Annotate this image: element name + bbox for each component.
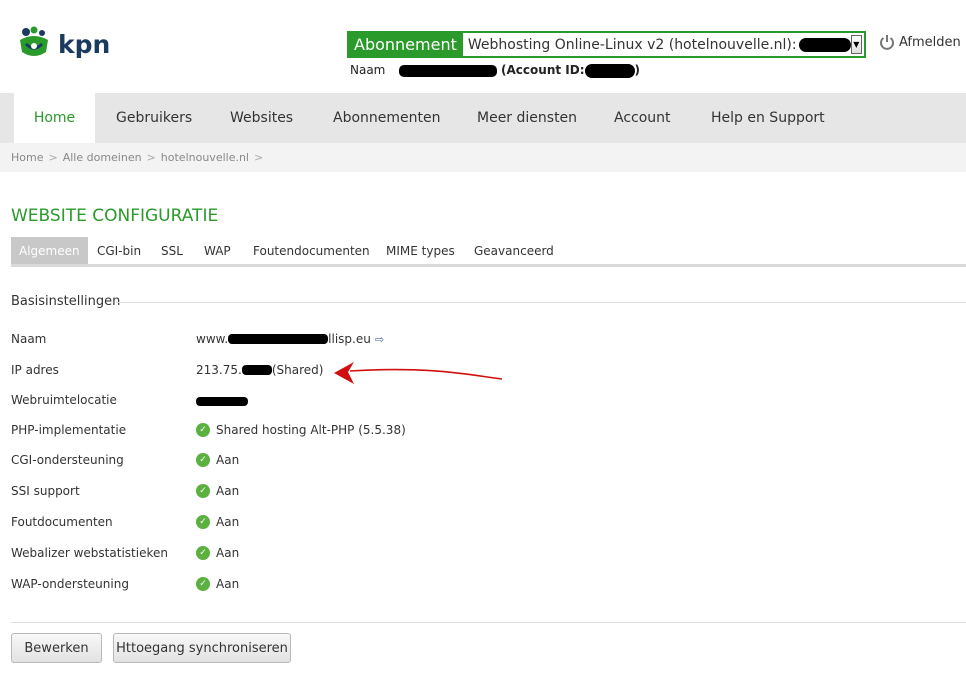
tab-geavanceerd[interactable]: Geavanceerd [474,237,554,264]
webruimte-row-value [196,393,248,406]
fout-row-label: Foutdocumenten [11,515,113,529]
php-value: Shared hosting Alt-PHP (5.5.38) [216,423,406,437]
breadcrumb-separator-icon: > [146,151,156,164]
tab-cgi-bin[interactable]: CGI-bin [97,237,141,264]
nav-account[interactable]: Account [614,93,671,143]
cgi-row-label: CGI-ondersteuning [11,453,124,467]
php-row-value: ✓ Shared hosting Alt-PHP (5.5.38) [196,423,406,437]
check-icon: ✓ [196,423,210,437]
breadcrumb-separator-icon: > [254,151,264,164]
ip-shared: (Shared) [271,363,324,377]
tab-algemeen[interactable]: Algemeen [11,237,88,264]
ssi-row-value: ✓ Aan [196,484,239,498]
redaction-mark [584,63,635,78]
check-icon: ✓ [196,577,210,591]
webalizer-row-value: ✓ Aan [196,546,239,560]
external-link-icon[interactable]: ⇨ [375,333,384,346]
config-tabs: Algemeen CGI-bin SSL WAP Foutendocumente… [11,237,966,267]
fout-row-value: ✓ Aan [196,515,239,529]
tab-ssl[interactable]: SSL [161,237,183,264]
naam-row-label: Naam [11,332,47,346]
footer-divider [11,622,966,623]
ssi-value: Aan [216,484,240,498]
webalizer-row-label: Webalizer webstatistieken [11,546,168,560]
fout-value: Aan [216,515,240,529]
subscription-value-text: Webhosting Online-Linux v2 (hotelnouvell… [467,36,797,53]
check-icon: ✓ [196,515,210,529]
check-icon: ✓ [196,546,210,560]
subscription-value: Webhosting Online-Linux v2 (hotelnouvell… [463,33,851,56]
wap-row-value: ✓ Aan [196,577,239,591]
red-arrow-annotation [334,362,503,384]
tab-wap[interactable]: WAP [204,237,231,264]
section-title: Basisinstellingen [11,294,121,309]
redaction-mark [798,37,851,52]
nav-abonnementen[interactable]: Abonnementen [333,93,441,143]
breadcrumb-domain[interactable]: hotelnouvelle.nl [161,151,249,164]
ip-row-value: 213.75. (Shared) [196,363,323,377]
power-icon [880,35,894,50]
logout-label: Afmelden [899,34,961,50]
logo-text: kpn [58,29,111,59]
tab-foutendocumenten[interactable]: Foutendocumenten [253,237,370,264]
cgi-row-value: ✓ Aan [196,453,239,467]
nav-websites[interactable]: Websites [230,93,293,143]
check-icon: ✓ [196,484,210,498]
check-icon: ✓ [196,453,210,467]
site-url-suffix: llisp.eu [328,332,371,346]
php-row-label: PHP-implementatie [11,423,127,437]
site-url-prefix: www. [196,332,229,346]
breadcrumb-home[interactable]: Home [11,151,43,164]
page-title: WEBSITE CONFIGURATIE [11,206,219,226]
naam-label: Naam [350,63,386,77]
redaction-mark [196,397,248,406]
tab-mime-types[interactable]: MIME types [386,237,455,264]
breadcrumb-separator-icon: > [48,151,58,164]
ip-prefix: 213.75. [196,363,242,377]
redaction-mark [399,64,498,77]
nav-meer-diensten[interactable]: Meer diensten [477,93,577,143]
main-nav: Home Gebruikers Websites Abonnementen Me… [0,93,966,143]
webalizer-value: Aan [216,546,240,560]
sync-access-button[interactable]: Httoegang synchroniseren [113,633,291,663]
wap-row-label: WAP-ondersteuning [11,577,129,591]
wap-value: Aan [216,577,240,591]
section-divider [116,302,966,303]
breadcrumb-alle-domeinen[interactable]: Alle domeinen [63,151,142,164]
naam-row-value: www. llisp.eu ⇨ [196,332,384,346]
subscription-label: Abonnement [349,33,463,56]
breadcrumb: Home > Alle domeinen > hotelnouvelle.nl … [0,143,966,172]
logout-link[interactable]: Afmelden [879,34,961,50]
kpn-logo[interactable]: kpn [16,26,110,62]
subscription-select[interactable]: Abonnement Webhosting Online-Linux v2 (h… [347,31,866,58]
redaction-mark [228,334,329,344]
cgi-value: Aan [216,453,240,467]
chevron-down-icon[interactable]: ▼ [850,35,862,54]
ssi-row-label: SSI support [11,484,80,498]
edit-button[interactable]: Bewerken [11,633,102,663]
account-info: Naam (Account ID:) [350,63,640,78]
nav-gebruikers[interactable]: Gebruikers [116,93,192,143]
nav-help-support[interactable]: Help en Support [711,93,825,143]
kpn-crown-icon [16,26,52,62]
nav-home[interactable]: Home [14,93,95,143]
ip-row-label: IP adres [11,363,59,377]
webruimte-row-label: Webruimtelocatie [11,393,117,407]
account-id-close: ) [634,63,640,77]
account-id-label: (Account ID: [501,63,585,77]
redaction-mark [241,365,272,375]
